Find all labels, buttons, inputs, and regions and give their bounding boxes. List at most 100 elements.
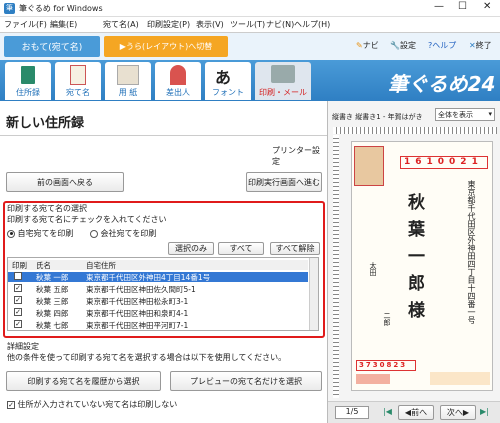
table-row[interactable]: ✓ 秋葉 一郎 東京都千代田区外神田4丁目14番1号 xyxy=(8,272,308,282)
prev-page-button[interactable]: ◀ 前へ xyxy=(398,405,434,420)
last-page-icon[interactable]: ▶| xyxy=(480,407,489,416)
radio-company[interactable]: 会社宛てを印刷 xyxy=(90,228,156,239)
help-button[interactable]: ?ヘルプ xyxy=(428,40,456,51)
row-address: 東京都千代田区神田松永町3-1 xyxy=(86,297,189,306)
brand-logo: 筆ぐるめ24 xyxy=(388,72,496,96)
address-table: 印刷 氏名 自宅住所 ✓ 秋葉 一郎 東京都千代田区外神田4丁目14番1号 ✓ … xyxy=(7,257,319,331)
header-print: 印刷 xyxy=(12,261,27,270)
postal-code: 1610021 xyxy=(400,156,488,169)
next-label: 次へ xyxy=(446,408,463,417)
name-char: 一 xyxy=(408,247,425,267)
print-next-button[interactable]: 印刷実行画面へ進む xyxy=(246,172,322,192)
tab-font[interactable]: あ フォント xyxy=(205,62,251,100)
tab-paper[interactable]: 用 紙 xyxy=(105,62,151,100)
first-page-icon[interactable]: |◀ xyxy=(383,407,392,416)
radio-home-dot[interactable] xyxy=(7,229,15,238)
select-from-history-button[interactable]: 印刷する宛て名を履歴から選択 xyxy=(6,371,161,391)
settings-icon: 🔧 xyxy=(390,41,400,50)
minimize-button[interactable]: — xyxy=(434,1,444,12)
table-row[interactable]: ✓ 秋葉 四郎 東京都千代田区神田和泉町4-1 xyxy=(8,308,308,318)
postcard-preview: 1610021 東京都千代田区外神田四丁目十四番一号 秋 葉 一 郎 様 太田 … xyxy=(351,141,493,391)
exit-icon: ✕ xyxy=(469,41,476,50)
skip-empty-address-option[interactable]: ✓ 住所が入力されていない宛て名は印刷しない xyxy=(7,399,177,410)
menu-address[interactable]: 宛て名(A) xyxy=(103,19,139,30)
name-char: 郎 xyxy=(408,274,425,294)
menu-help[interactable]: ヘルプ(H) xyxy=(294,19,330,30)
menu-file[interactable]: ファイル(F) xyxy=(4,19,47,30)
maximize-button[interactable]: ☐ xyxy=(458,1,467,12)
detail-title: 詳細設定 xyxy=(7,342,39,351)
stamp-image xyxy=(354,146,384,186)
tab-sender[interactable]: 差出人 xyxy=(155,62,201,100)
name-char: 葉 xyxy=(408,220,425,240)
skip-empty-checkbox[interactable]: ✓ xyxy=(7,400,15,409)
chevron-down-icon: ▾ xyxy=(488,110,492,118)
navi-icon: ✎ xyxy=(356,41,363,50)
menu-print-settings[interactable]: 印刷設定(P) xyxy=(147,19,190,30)
sender-name: 太田 xyxy=(369,262,377,276)
tab-print-mail-label: 印刷・メール xyxy=(259,88,307,97)
row-name: 秋葉 七郎 xyxy=(36,321,69,330)
person-icon xyxy=(170,65,186,85)
row-checkbox[interactable]: ✓ xyxy=(14,308,22,316)
menu-navi[interactable]: ナビ(N) xyxy=(266,19,294,30)
sender-given-name: 二郎 xyxy=(383,312,391,326)
row-name: 秋葉 三郎 xyxy=(36,297,69,306)
preview-address: 東京都千代田区外神田四丁目十四番一号 xyxy=(467,180,476,324)
radio-home[interactable]: 自宅宛てを印刷 xyxy=(7,228,73,239)
next-icon: ▶ xyxy=(462,408,470,417)
title-bar: 筆 筆ぐるめ for Windows — ☐ ✕ xyxy=(0,0,500,17)
radio-company-dot[interactable] xyxy=(90,229,98,238)
tab-address-book[interactable]: 住所録 xyxy=(5,62,51,100)
menu-edit[interactable]: 編集(E) xyxy=(50,19,77,30)
tab-recipient[interactable]: 宛て名 xyxy=(55,62,101,100)
settings-label: 設定 xyxy=(399,41,416,50)
switch-to-back-button[interactable]: ▶うら(レイアウト)へ切替 xyxy=(104,36,228,57)
back-button[interactable]: 前の画面へ戻る xyxy=(6,172,124,192)
select-section-title: 印刷する宛て名の選択 xyxy=(7,204,87,213)
navi-button[interactable]: ✎ナビ xyxy=(356,40,379,51)
row-checkbox[interactable]: ✓ xyxy=(14,296,22,304)
window-title: 筆ぐるめ for Windows xyxy=(19,4,103,13)
close-button[interactable]: ✕ xyxy=(483,1,491,12)
lottery-mark xyxy=(356,374,390,384)
row-name: 秋葉 一郎 xyxy=(36,273,69,282)
front-side-tab[interactable]: おもて(宛て名) xyxy=(4,36,100,57)
select-all-button[interactable]: すべて xyxy=(218,242,264,255)
printer-settings-link[interactable]: プリンター設定 xyxy=(272,145,327,167)
next-page-button[interactable]: 次へ ▶ xyxy=(440,405,476,420)
table-scrollbar[interactable] xyxy=(309,258,318,330)
header-name: 氏名 xyxy=(36,261,51,270)
menu-bar: ファイル(F) 編集(E) 宛て名(A) 印刷設定(P) 表示(V) ツール(T… xyxy=(0,17,500,33)
divider xyxy=(0,135,327,136)
menu-tools[interactable]: ツール(T) xyxy=(230,19,265,30)
app-icon: 筆 xyxy=(4,3,15,14)
row-address: 東京都千代田区神田平河町7-1 xyxy=(86,321,189,330)
table-row[interactable]: ✓ 秋葉 七郎 東京都千代田区神田平河町7-1 xyxy=(8,320,308,330)
table-header: 印刷 氏名 自宅住所 xyxy=(8,260,308,270)
row-checkbox[interactable]: ✓ xyxy=(14,284,22,292)
select-instruction: 印刷する宛て名にチェックを入れてください xyxy=(7,215,167,224)
display-select[interactable]: 全体を表示 ▾ xyxy=(435,108,495,121)
stamp-area xyxy=(430,372,490,385)
row-checkbox[interactable]: ✓ xyxy=(14,272,22,280)
row-checkbox[interactable]: ✓ xyxy=(14,320,22,328)
settings-button[interactable]: 🔧設定 xyxy=(390,40,416,51)
menu-view[interactable]: 表示(V) xyxy=(196,19,224,30)
address-book-icon xyxy=(21,66,35,84)
page-indicator: 1/5 xyxy=(335,406,369,419)
page-nav-bar: 1/5 |◀ ◀ 前へ 次へ ▶ ▶| xyxy=(328,401,500,423)
clear-all-button[interactable]: すべて解除 xyxy=(270,242,320,255)
tab-recipient-label: 宛て名 xyxy=(66,88,90,97)
sender-postal: 3730823 xyxy=(356,360,416,371)
tab-font-label: フォント xyxy=(212,88,244,97)
exit-button[interactable]: ✕終了 xyxy=(469,40,492,51)
tab-print-mail[interactable]: 印刷・メール xyxy=(255,62,311,100)
skip-empty-label: 住所が入力されていない宛て名は印刷しない xyxy=(17,400,178,409)
row-address: 東京都千代田区神田佐久間町5-1 xyxy=(86,285,196,294)
table-row[interactable]: ✓ 秋葉 三郎 東京都千代田区神田松永町3-1 xyxy=(8,296,308,306)
table-row[interactable]: ✓ 秋葉 五郎 東京都千代田区神田佐久間町5-1 xyxy=(8,284,308,294)
select-only-button[interactable]: 選択のみ xyxy=(168,242,214,255)
name-char: 様 xyxy=(408,301,425,321)
select-preview-button[interactable]: プレビューの宛て名だけを選択 xyxy=(170,371,322,391)
